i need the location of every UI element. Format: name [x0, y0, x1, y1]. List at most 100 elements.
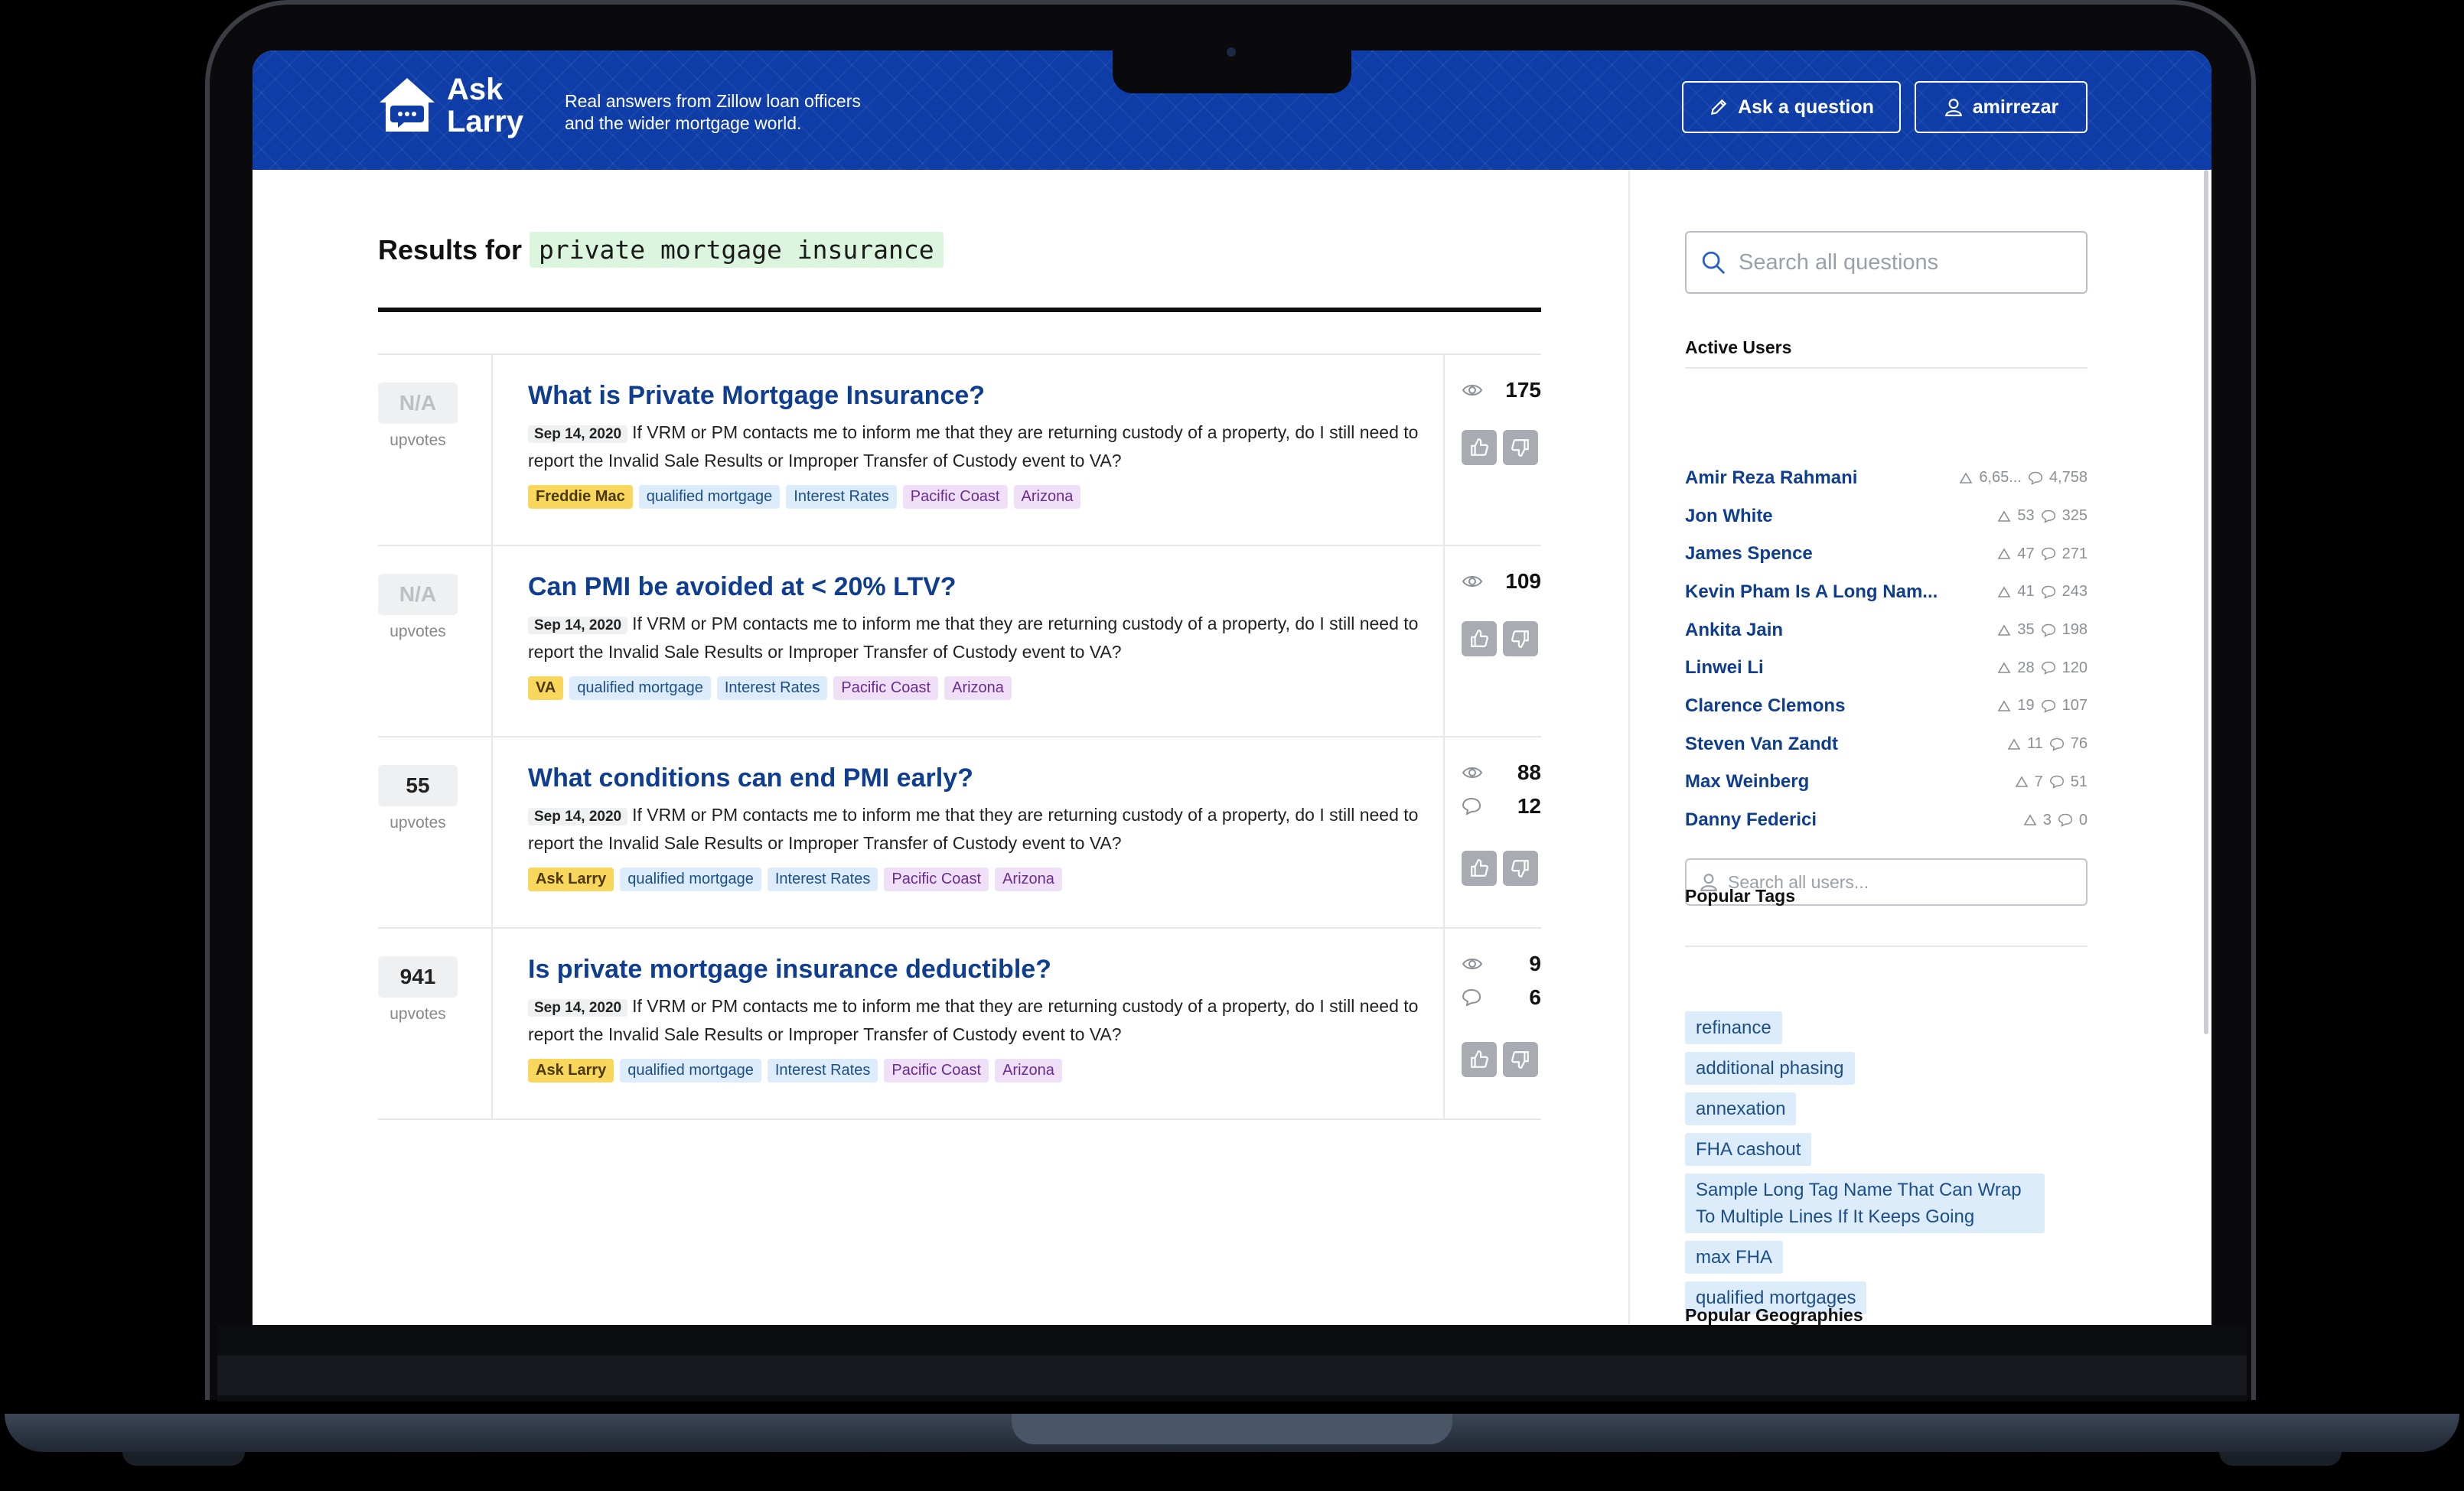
user-row: James Spence 47 271 — [1685, 535, 2088, 573]
thumbs-down-icon — [1511, 439, 1529, 457]
user-name-link[interactable]: James Spence — [1685, 543, 1813, 565]
comment-icon — [2049, 737, 2064, 751]
user-name-link[interactable]: Jon White — [1685, 506, 1773, 527]
user-name-link[interactable]: Ankita Jain — [1685, 620, 1783, 641]
tagline-line-1: Real answers from Zillow loan officers — [565, 91, 861, 111]
vote-count: 941 — [378, 956, 458, 998]
tag-chip[interactable]: Interest Rates — [767, 868, 878, 891]
tag-chip[interactable]: Pacific Coast — [884, 868, 989, 891]
user-name-link[interactable]: Linwei Li — [1685, 657, 1764, 679]
results-prefix: Results for — [378, 233, 523, 265]
thumbs-up-icon — [1471, 1050, 1488, 1068]
views-stat: 175 — [1462, 378, 1541, 402]
comments-stat: 6 — [1462, 985, 1541, 1010]
tag-chip[interactable]: Arizona — [1013, 485, 1081, 509]
thumbs-down-button[interactable] — [1503, 851, 1538, 886]
question-row: 941 upvotes Is private mortgage insuranc… — [378, 927, 1541, 1120]
user-icon — [1944, 99, 1962, 116]
user-name-link[interactable]: Clarence Clemons — [1685, 695, 1845, 717]
thumbs-up-button[interactable] — [1462, 1042, 1497, 1077]
user-row: Steven Van Zandt 11 76 — [1685, 725, 2088, 763]
tag-chip[interactable]: Interest Rates — [716, 676, 828, 700]
user-name-link[interactable]: Kevin Pham Is A Long Nam... — [1685, 581, 1938, 603]
question-title-link[interactable]: Can PMI be avoided at < 20% LTV? — [528, 572, 957, 602]
user-name-link[interactable]: Danny Federici — [1685, 809, 1817, 831]
tag-chip[interactable]: VA — [528, 676, 564, 700]
triangle-icon — [2007, 738, 2021, 750]
ask-question-button[interactable]: Ask a question — [1682, 81, 1901, 133]
user-row: Ankita Jain 35 198 — [1685, 611, 2088, 649]
comment-icon — [2041, 585, 2055, 599]
thumbs-up-button[interactable] — [1462, 851, 1497, 886]
tag-chip[interactable]: Interest Rates — [767, 1059, 878, 1082]
popular-tag[interactable]: additional phasing — [1685, 1052, 1855, 1085]
user-name-link[interactable]: Steven Van Zandt — [1685, 734, 1838, 755]
comment-icon — [1462, 988, 1481, 1007]
tag-chip[interactable]: qualified mortgage — [620, 868, 761, 891]
laptop-screen: Ask Larry Real answers from Zillow loan … — [253, 50, 2211, 1325]
user-name-link[interactable]: Amir Reza Rahmani — [1685, 467, 1857, 489]
question-stats: 175 — [1443, 355, 1543, 545]
tag-chip[interactable]: Interest Rates — [786, 485, 897, 509]
popular-tags-list: refinance additional phasing annexation … — [1685, 1011, 2088, 1322]
comment-icon — [2049, 776, 2064, 789]
user-score: 7 — [2034, 773, 2043, 790]
eye-icon — [1462, 767, 1483, 778]
tag-chip[interactable]: qualified mortgage — [638, 485, 781, 509]
excerpt-text: If VRM or PM contacts me to inform me th… — [528, 422, 1419, 470]
tag-chip[interactable]: Arizona — [995, 868, 1062, 891]
page-scrollbar[interactable] — [2204, 170, 2208, 1034]
question-stats: 109 — [1443, 546, 1543, 736]
user-comment-count: 325 — [2061, 507, 2088, 525]
tag-chip[interactable]: Freddie Mac — [528, 485, 633, 509]
excerpt-text: If VRM or PM contacts me to inform me th… — [528, 996, 1419, 1044]
tag-chip[interactable]: Arizona — [944, 676, 1012, 700]
thumbs-down-button[interactable] — [1503, 621, 1538, 656]
user-comment-count: 107 — [2061, 697, 2088, 715]
popular-tag[interactable]: annexation — [1685, 1092, 1797, 1125]
tag-chip[interactable]: Ask Larry — [528, 868, 614, 891]
tag-chip[interactable]: Pacific Coast — [833, 676, 939, 700]
ask-question-label: Ask a question — [1738, 96, 1874, 118]
house-chat-icon — [380, 78, 435, 132]
tag-chip[interactable]: Arizona — [995, 1059, 1062, 1082]
tag-chip[interactable]: qualified mortgage — [569, 676, 711, 700]
user-name-link[interactable]: Max Weinberg — [1685, 771, 1809, 793]
popular-tag[interactable]: refinance — [1685, 1011, 1782, 1044]
thumbs-up-button[interactable] — [1462, 621, 1497, 656]
comment-icon — [2041, 623, 2055, 637]
site-tagline: Real answers from Zillow loan officers a… — [565, 90, 932, 135]
user-comment-count: 271 — [2061, 545, 2088, 562]
eye-icon — [1462, 959, 1483, 969]
thumbs-up-button[interactable] — [1462, 430, 1497, 465]
question-tags: VA qualified mortgage Interest Rates Pac… — [528, 676, 1012, 700]
popular-tag[interactable]: Sample Long Tag Name That Can Wrap To Mu… — [1685, 1174, 2045, 1233]
popular-tag[interactable]: max FHA — [1685, 1241, 1784, 1274]
tag-chip[interactable]: Ask Larry — [528, 1059, 614, 1082]
active-users-list: Amir Reza Rahmani 6,65... 4,758 Jon Whit… — [1685, 459, 2088, 839]
ask-larry-logo[interactable]: Ask Larry — [376, 73, 545, 150]
triangle-icon — [1997, 662, 2011, 674]
question-title-link[interactable]: What conditions can end PMI early? — [528, 763, 973, 793]
comment-icon — [2041, 662, 2055, 676]
tag-chip[interactable]: qualified mortgage — [620, 1059, 761, 1082]
thumbs-down-button[interactable] — [1503, 430, 1538, 465]
question-title-link[interactable]: What is Private Mortgage Insurance? — [528, 381, 985, 411]
excerpt-text: If VRM or PM contacts me to inform me th… — [528, 805, 1419, 853]
tag-chip[interactable]: Pacific Coast — [884, 1059, 989, 1082]
user-score: 35 — [2017, 621, 2035, 639]
question-date: Sep 14, 2020 — [528, 425, 628, 443]
tag-chip[interactable]: Pacific Coast — [902, 485, 1008, 509]
thumbs-down-icon — [1511, 1051, 1529, 1069]
vote-count: N/A — [378, 383, 458, 424]
eye-icon — [1462, 385, 1483, 396]
user-stats: 47 271 — [1997, 545, 2088, 563]
search-questions-input[interactable]: Search all questions — [1685, 231, 2088, 294]
active-users-divider — [1685, 367, 2088, 369]
popular-tags-heading: Popular Tags — [1685, 886, 1795, 906]
thumbs-down-button[interactable] — [1503, 1042, 1538, 1077]
user-account-button[interactable]: amirrezar — [1915, 81, 2088, 133]
popular-tag[interactable]: FHA cashout — [1685, 1133, 1812, 1166]
question-title-link[interactable]: Is private mortgage insurance deductible… — [528, 955, 1051, 985]
triangle-icon — [1997, 509, 2011, 522]
